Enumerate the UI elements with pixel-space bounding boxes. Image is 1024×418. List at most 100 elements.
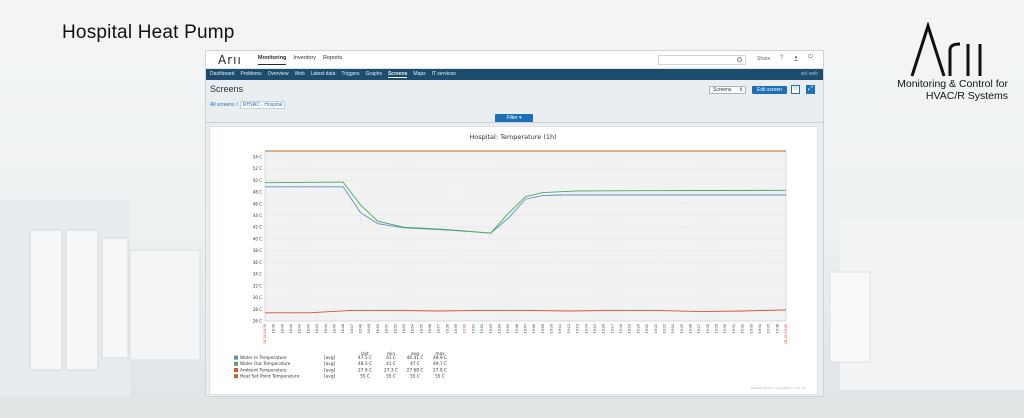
x-tick-label: 19:35 xyxy=(767,324,771,333)
x-axis-ticks: 18:38 18:39 18:40 18:41 18:42 18:43 18:44 18:45… xyxy=(263,324,788,343)
legend-series-name: Water Out Temperature xyxy=(240,361,291,367)
x-tick-label: 18:40 xyxy=(289,324,293,333)
brand-tagline-line2: HVAC/R Systems xyxy=(925,90,1008,102)
legend-stat: 55 C xyxy=(360,374,370,380)
x-tick-label: 19:25 xyxy=(680,324,684,333)
share-link[interactable]: Share xyxy=(757,56,770,62)
x-tick-label: 18:56 xyxy=(428,324,432,333)
x-tick-label: 19:22 xyxy=(654,324,658,333)
main-menu: Monitoring Inventory Reports xyxy=(258,55,342,65)
expand-icon[interactable]: ⤢ xyxy=(806,85,815,94)
legend-stat: 41 C xyxy=(386,361,396,367)
legend-stat: 27.9 C xyxy=(358,367,372,373)
app-logo[interactable]: Arıı xyxy=(218,53,242,67)
slide-title: Hospital Heat Pump xyxy=(62,22,235,43)
legend-agg: [avg] xyxy=(324,361,336,367)
subnav-dashboard[interactable]: Dashboard xyxy=(210,71,234,78)
y-tick-label: 32 C xyxy=(253,283,262,288)
help-icon[interactable]: ? xyxy=(780,55,783,61)
brand-logo xyxy=(910,22,982,77)
x-tick-label: 18:48 xyxy=(359,324,363,333)
x-tick-label: 19:31 xyxy=(732,324,736,333)
subnav-web[interactable]: Web xyxy=(294,71,304,78)
legend-stat: 55 C xyxy=(410,374,420,380)
sub-navigation: Dashboard Problems Overview Web Latest d… xyxy=(206,69,823,80)
subnav-maps[interactable]: Maps xyxy=(413,71,425,78)
x-tick-label: 19:06 xyxy=(515,324,519,333)
screens-select-value: Screens xyxy=(713,87,732,93)
x-tick-label: 19:24 xyxy=(671,324,675,333)
y-tick-label: 26 C xyxy=(253,319,262,324)
legend-stat: 55 C xyxy=(435,374,445,380)
x-tick-label: 19:12 xyxy=(567,324,571,333)
x-tick-label: 19:14 xyxy=(584,324,588,333)
x-tick-label: 18:51 xyxy=(385,324,389,333)
x-tick-label: 19:05 xyxy=(506,324,510,333)
search-input[interactable] xyxy=(658,55,746,65)
x-tick-label: 19:02 xyxy=(480,324,484,333)
menu-inventory[interactable]: Inventory xyxy=(293,55,316,65)
y-tick-label: 34 C xyxy=(253,272,262,277)
filter-toggle[interactable]: Filter ▾ xyxy=(495,114,533,122)
legend-stat: 46.41 C xyxy=(407,355,424,361)
power-icon[interactable]: ⏻ xyxy=(808,54,813,61)
y-tick-label: 54 C xyxy=(253,154,262,159)
menu-reports[interactable]: Reports xyxy=(323,55,342,65)
x-tick-label: 19:27 xyxy=(697,324,701,333)
x-tick-label: 19:26 xyxy=(688,324,692,333)
x-tick-label: 19:00 xyxy=(463,324,467,333)
breadcrumb-all-screens[interactable]: All screens xyxy=(210,102,234,108)
search-icon[interactable] xyxy=(737,57,742,62)
x-tick-label: 19:18 xyxy=(619,324,623,333)
x-tick-label: 19:17 xyxy=(610,324,614,333)
subnav-triggers[interactable]: Triggers xyxy=(341,71,359,78)
x-tick-label: 19:04 xyxy=(497,324,501,333)
legend-stat: 47.5 C xyxy=(358,355,372,361)
x-tick-label: 18:47 xyxy=(350,324,354,333)
x-tick-label: 19:09 xyxy=(541,324,545,333)
edit-screen-button[interactable]: Edit screen xyxy=(752,86,787,94)
subnav-graphs[interactable]: Graphs xyxy=(366,71,382,78)
y-tick-label: 36 C xyxy=(253,260,262,265)
menu-monitoring[interactable]: Monitoring xyxy=(258,55,287,65)
breadcrumb: All screens / RHVAC - Hospital xyxy=(210,101,286,109)
page-header: Screens Screens ⇕ Edit screen ☆ ⤢ xyxy=(206,80,823,100)
x-tick-label: 19:29 xyxy=(715,324,719,333)
filter-divider xyxy=(206,122,823,123)
y-tick-label: 42 C xyxy=(253,225,262,230)
user-icon[interactable] xyxy=(794,56,798,61)
brand-tagline: Monitoring & Control for HVAC/R Systems xyxy=(897,78,1008,102)
top-bar: Arıı Monitoring Inventory Reports Share … xyxy=(206,51,823,69)
x-tick-label: 18:58 xyxy=(445,324,449,333)
chart-title: Hospital: Temperature (1h) xyxy=(469,133,556,141)
legend-swatch xyxy=(234,368,238,372)
x-tick-label: 19:11 xyxy=(558,324,562,333)
x-tick-label: 18:41 xyxy=(298,324,302,333)
subnav-problems[interactable]: Problems xyxy=(240,71,261,78)
x-tick-label: 18:50 xyxy=(376,324,380,333)
x-tick-label: 18:38 xyxy=(272,324,276,333)
x-tick-label: 18:52 xyxy=(393,324,397,333)
x-tick-label: 19:30 xyxy=(723,324,727,333)
legend-stat: 49.7 C xyxy=(433,361,447,367)
star-icon[interactable]: ☆ xyxy=(791,85,800,94)
breadcrumb-current[interactable]: RHVAC - Hospital xyxy=(239,101,286,109)
node-name: arii web xyxy=(800,71,818,77)
temperature-chart: Hospital: Temperature (1h) 26 C 28 C 30 C 3… xyxy=(234,133,806,390)
subnav-latest-data[interactable]: Latest data xyxy=(311,71,336,78)
x-tick-label: 19:16 xyxy=(602,324,606,333)
chevron-updown-icon: ⇕ xyxy=(738,87,743,93)
x-end-label: 05-24 19:38 xyxy=(784,324,788,343)
legend-series-name: Heat Set Point Temperature xyxy=(240,374,300,380)
subnav-screens[interactable]: Screens xyxy=(387,71,408,78)
subnav-it-services[interactable]: IT services xyxy=(432,71,456,78)
page-title: Screens xyxy=(210,84,244,94)
x-tick-label: 19:08 xyxy=(532,324,536,333)
x-tick-label: 19:01 xyxy=(471,324,475,333)
screens-select[interactable]: Screens ⇕ xyxy=(709,86,746,94)
x-tick-label: 19:15 xyxy=(593,324,597,333)
legend-stat: 27.68 C xyxy=(407,367,424,373)
legend-swatch xyxy=(234,374,238,379)
legend-swatch xyxy=(234,355,238,360)
subnav-overview[interactable]: Overview xyxy=(268,71,289,78)
